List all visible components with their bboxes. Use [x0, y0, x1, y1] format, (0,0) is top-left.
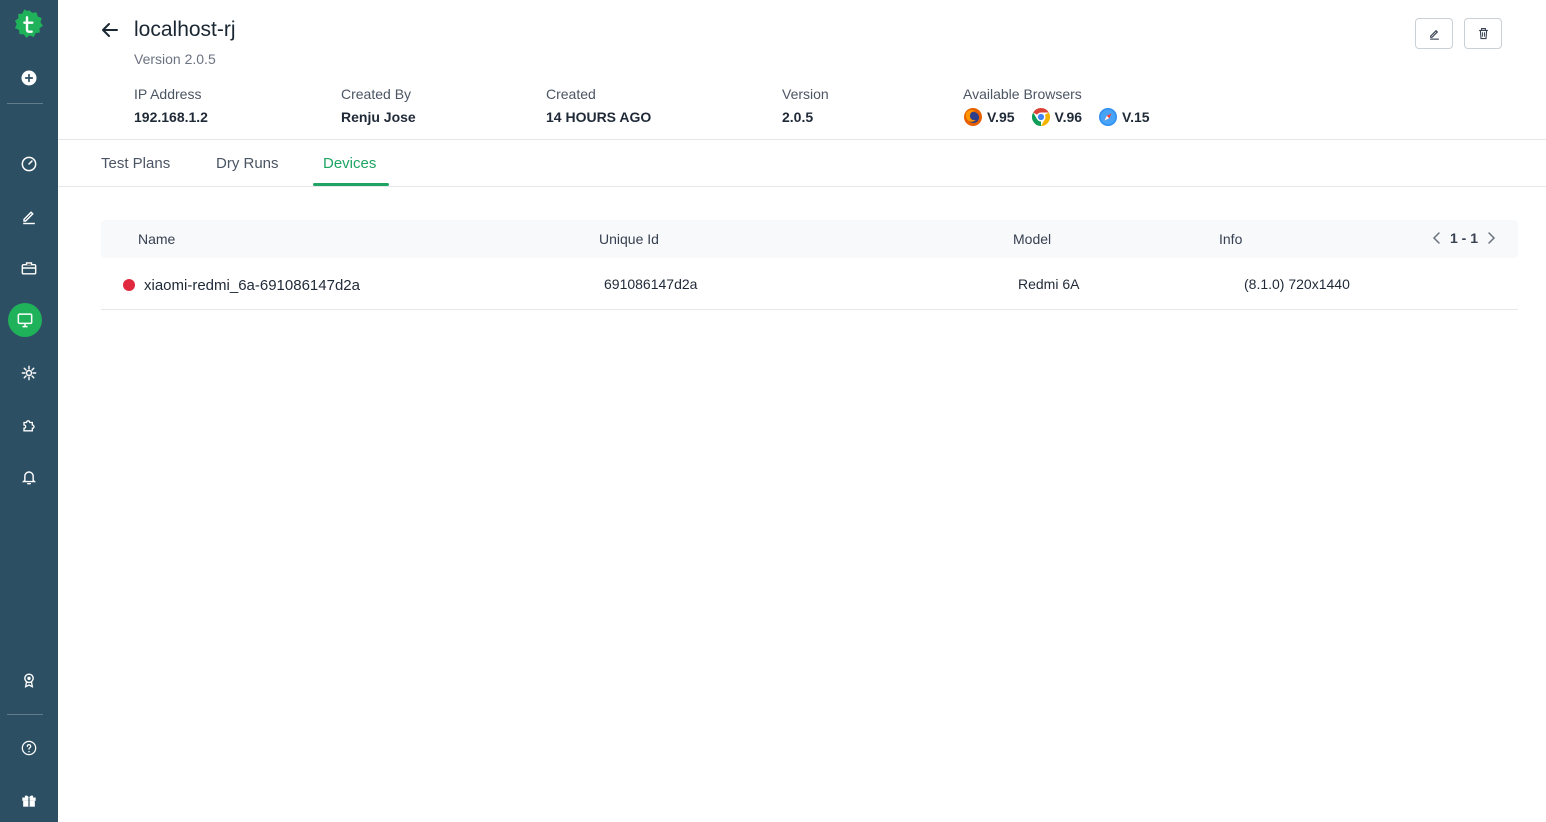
browser-list: V.95 V.96 V.15 [963, 107, 1160, 127]
meta-label: Available Browsers [963, 86, 1082, 102]
meta-browsers: Available Browsers V.95 V.96 V.15 [963, 86, 1160, 127]
meta-label: IP Address [134, 86, 202, 102]
delete-button[interactable] [1464, 18, 1502, 49]
meta-value: 14 HOURS AGO [546, 109, 652, 125]
meta-created-by: Created By Renju Jose [341, 86, 416, 125]
page-subtitle: Version 2.0.5 [134, 51, 216, 67]
chevron-left-icon[interactable] [1432, 231, 1442, 245]
status-dot-offline [123, 279, 135, 291]
logo-icon[interactable] [0, 4, 58, 44]
browser-safari: V.15 [1098, 107, 1150, 127]
tab-bar: Test Plans Dry Runs Devices [58, 140, 1546, 187]
safari-icon [1099, 108, 1118, 126]
sidebar [0, 0, 58, 822]
browser-version: V.95 [987, 109, 1015, 125]
briefcase-icon[interactable] [0, 248, 58, 288]
settings-icon[interactable] [0, 353, 58, 393]
back-arrow-icon[interactable] [98, 18, 122, 42]
device-name[interactable]: xiaomi-redmi_6a-691086147d2a [144, 277, 360, 294]
column-header-name: Name [138, 231, 176, 247]
page-title: localhost-rj [134, 18, 236, 41]
meta-value: Renju Jose [341, 109, 416, 125]
browser-version: V.96 [1054, 109, 1083, 125]
edit-button[interactable] [1415, 18, 1453, 49]
chrome-icon [1031, 108, 1050, 126]
help-icon[interactable] [0, 728, 58, 768]
bell-icon[interactable] [0, 457, 58, 497]
browser-firefox: V.95 [963, 107, 1015, 127]
device-model: Redmi 6A [1018, 276, 1080, 292]
tab-test-plans[interactable]: Test Plans [101, 155, 170, 172]
meta-version: Version 2.0.5 [782, 86, 829, 125]
meta-created: Created 14 HOURS AGO [546, 86, 651, 125]
meta-value: 2.0.5 [782, 109, 814, 125]
meta-label: Version [782, 86, 829, 102]
meta-label: Created By [341, 86, 412, 102]
main-content: localhost-rj Version 2.0.5 IP Address 19… [58, 0, 1546, 822]
dashboard-icon[interactable] [0, 144, 58, 184]
device-unique-id: 691086147d2a [604, 276, 698, 292]
device-info: (8.1.0) 720x1440 [1244, 276, 1350, 292]
pagination: 1 - 1 [1432, 230, 1496, 246]
browser-chrome: V.96 [1031, 107, 1083, 127]
trash-icon [1478, 27, 1488, 40]
active-tab-indicator [313, 183, 389, 186]
edit-icon[interactable] [0, 196, 58, 236]
tab-devices[interactable]: Devices [323, 155, 376, 172]
column-header-info: Info [1219, 231, 1243, 247]
meta-ip: IP Address 192.168.1.2 [134, 86, 208, 125]
add-icon[interactable] [0, 58, 58, 98]
gift-icon[interactable] [0, 780, 58, 820]
column-header-unique-id: Unique Id [599, 231, 659, 247]
meta-label: Created [546, 86, 596, 102]
meta-value: 192.168.1.2 [134, 109, 208, 125]
pagination-range: 1 - 1 [1449, 230, 1478, 246]
badge-icon[interactable] [0, 660, 58, 700]
chevron-right-icon[interactable] [1486, 231, 1496, 245]
sidebar-divider [7, 103, 43, 104]
monitor-icon[interactable] [8, 303, 42, 337]
sidebar-divider [7, 714, 43, 715]
tab-dry-runs[interactable]: Dry Runs [216, 155, 279, 172]
pencil-icon [1429, 29, 1439, 40]
plugin-icon[interactable] [0, 405, 58, 445]
table-row[interactable]: xiaomi-redmi_6a-691086147d2a 691086147d2… [101, 258, 1518, 310]
browser-version: V.15 [1122, 109, 1150, 125]
column-header-model: Model [1013, 231, 1052, 247]
devices-table: Name Unique Id Model Info 1 - 1 xiaomi-r… [101, 220, 1518, 310]
table-header: Name Unique Id Model Info 1 - 1 [101, 220, 1518, 258]
firefox-icon [964, 108, 982, 126]
